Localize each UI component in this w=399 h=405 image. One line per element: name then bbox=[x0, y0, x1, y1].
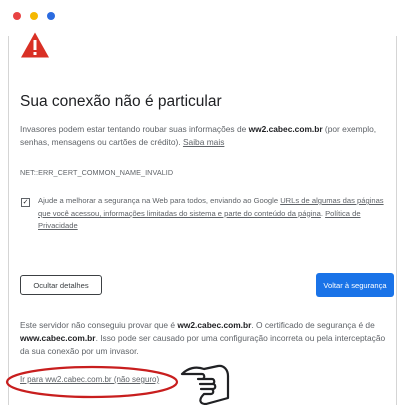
optin-text-1: Ajude a melhorar a segurança na Web para… bbox=[38, 196, 281, 205]
close-dot[interactable] bbox=[13, 12, 21, 20]
warning-triangle-icon bbox=[21, 32, 49, 58]
pointing-hand-icon bbox=[180, 364, 230, 405]
minimize-dot[interactable] bbox=[30, 12, 38, 20]
page-title: Sua conexão não é particular bbox=[20, 93, 222, 110]
maximize-dot[interactable] bbox=[47, 12, 55, 20]
learn-more-link[interactable]: Saiba mais bbox=[183, 137, 224, 147]
highlight-oval-shape bbox=[5, 365, 179, 399]
details-domain-2: www.cabec.com.br bbox=[20, 333, 96, 343]
highlight-oval bbox=[5, 365, 179, 399]
details-paragraph: Este servidor não conseguiu provar que é… bbox=[20, 319, 392, 358]
intro-text: Invasores podem estar tentando roubar su… bbox=[20, 124, 249, 134]
intro-paragraph: Invasores podem estar tentando roubar su… bbox=[20, 123, 392, 149]
details-text-2: . O certificado de segurança é de bbox=[251, 320, 375, 330]
frame-left-border bbox=[8, 36, 9, 405]
frame-right-border bbox=[396, 36, 397, 405]
back-to-safety-button[interactable]: Voltar à segurança bbox=[316, 273, 394, 297]
hide-details-button[interactable]: Ocultar detalhes bbox=[20, 275, 102, 295]
exclamation-bar bbox=[33, 40, 37, 50]
optin-text: Ajude a melhorar a segurança na Web para… bbox=[38, 195, 390, 233]
intro-domain: ww2.cabec.com.br bbox=[248, 124, 323, 134]
details-text-1: Este servidor não conseguiu provar que é bbox=[20, 320, 178, 330]
error-code: NET::ERR_CERT_COMMON_NAME_INVALID bbox=[20, 168, 174, 177]
browser-page: Sua conexão não é particular Invasores p… bbox=[0, 0, 399, 405]
details-domain-1: ww2.cabec.com.br bbox=[177, 320, 252, 330]
report-checkbox[interactable]: ✓ bbox=[21, 198, 30, 207]
checkmark-icon: ✓ bbox=[22, 199, 29, 206]
exclamation-dot bbox=[33, 52, 37, 55]
hand-outline bbox=[180, 364, 230, 405]
window-controls bbox=[13, 12, 55, 20]
